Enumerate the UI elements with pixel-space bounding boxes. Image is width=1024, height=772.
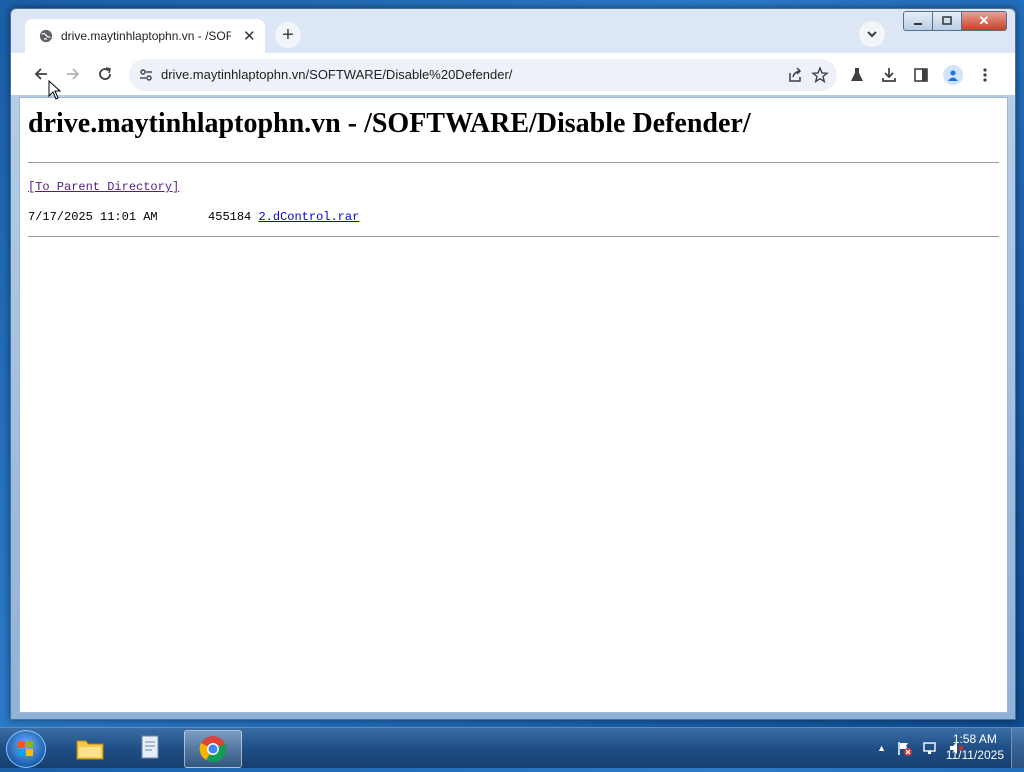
- network-icon[interactable]: [922, 740, 938, 756]
- new-tab-button[interactable]: +: [275, 22, 301, 48]
- clock[interactable]: 1:58 AM 11/11/2025: [946, 731, 1004, 763]
- page-title: drive.maytinhlaptophn.vn - /SOFTWARE/Dis…: [28, 108, 751, 139]
- close-window-button[interactable]: ✕: [962, 11, 1007, 31]
- profile-button[interactable]: [943, 65, 963, 85]
- tab-strip: drive.maytinhlaptophn.vn - /SOF ✕ +: [11, 9, 1015, 53]
- flask-icon: [851, 68, 863, 81]
- file-link[interactable]: 2.dControl.rar: [258, 210, 359, 224]
- avatar: [943, 65, 963, 85]
- tab-title: drive.maytinhlaptophn.vn - /SOF: [61, 29, 231, 43]
- tab-search-button[interactable]: [859, 21, 885, 47]
- downloads-button[interactable]: [879, 65, 899, 85]
- address-bar[interactable]: drive.maytinhlaptophn.vn/SOFTWARE/Disabl…: [129, 59, 837, 91]
- browser-tab[interactable]: drive.maytinhlaptophn.vn - /SOF ✕: [25, 19, 265, 53]
- side-panel-icon: [914, 68, 928, 82]
- clock-time: 1:58 AM: [952, 732, 997, 746]
- show-desktop-button[interactable]: [1011, 728, 1024, 768]
- site-info-icon[interactable]: [139, 68, 153, 82]
- minimize-button[interactable]: [903, 11, 933, 31]
- file-row: 7/17/2025 11:01 AM 455184 2.dControl.rar: [28, 210, 359, 224]
- arrow-right-icon: [67, 68, 80, 80]
- forward-button[interactable]: [63, 64, 83, 84]
- clock-date: 11/11/2025: [945, 748, 1004, 762]
- document-icon: [141, 735, 159, 759]
- download-icon: [882, 68, 896, 82]
- person-icon: [948, 70, 958, 81]
- reload-icon: [99, 67, 111, 80]
- minimize-icon: [914, 23, 922, 25]
- close-tab-icon[interactable]: ✕: [243, 27, 256, 45]
- file-date: 7/17/2025 11:01 AM: [28, 210, 158, 224]
- file-size: 455184: [208, 210, 252, 224]
- more-vert-icon: [983, 68, 987, 82]
- parent-directory-link[interactable]: [To Parent Directory]: [28, 180, 179, 194]
- mouse-cursor-icon: [48, 80, 62, 100]
- taskbar-document[interactable]: [122, 730, 178, 766]
- taskbar-explorer[interactable]: [62, 730, 118, 766]
- maximize-icon: [942, 16, 952, 25]
- bookmark-star-icon[interactable]: [811, 66, 829, 84]
- globe-icon: [39, 29, 53, 43]
- tray-expand-icon[interactable]: ▲: [877, 743, 886, 753]
- divider-top: [28, 162, 999, 163]
- side-panel-button[interactable]: [911, 65, 931, 85]
- explorer-folder-icon: [76, 740, 104, 760]
- reload-button[interactable]: [95, 64, 115, 84]
- url-text[interactable]: drive.maytinhlaptophn.vn/SOFTWARE/Disabl…: [161, 67, 512, 82]
- page-content: drive.maytinhlaptophn.vn - /SOFTWARE/Dis…: [19, 97, 1008, 713]
- chrome-icon: [199, 736, 227, 763]
- browser-window: drive.maytinhlaptophn.vn - /SOF ✕ + ✕ dr…: [10, 8, 1016, 720]
- window-controls: ✕: [903, 11, 1007, 31]
- arrow-left-icon: [34, 68, 47, 80]
- maximize-button[interactable]: [933, 11, 962, 31]
- action-center-flag-icon[interactable]: [896, 740, 912, 756]
- divider-bottom: [28, 236, 999, 237]
- start-button[interactable]: [6, 730, 46, 768]
- labs-button[interactable]: [847, 65, 867, 85]
- taskbar: ▲ 1:58 AM 11/11/2025: [0, 727, 1024, 768]
- share-icon[interactable]: [787, 67, 803, 83]
- menu-button[interactable]: [975, 65, 995, 85]
- windows-start-icon: [18, 741, 33, 756]
- browser-toolbar: drive.maytinhlaptophn.vn/SOFTWARE/Disabl…: [11, 53, 1015, 95]
- chevron-down-icon: [867, 31, 877, 38]
- taskbar-chrome[interactable]: [184, 730, 242, 768]
